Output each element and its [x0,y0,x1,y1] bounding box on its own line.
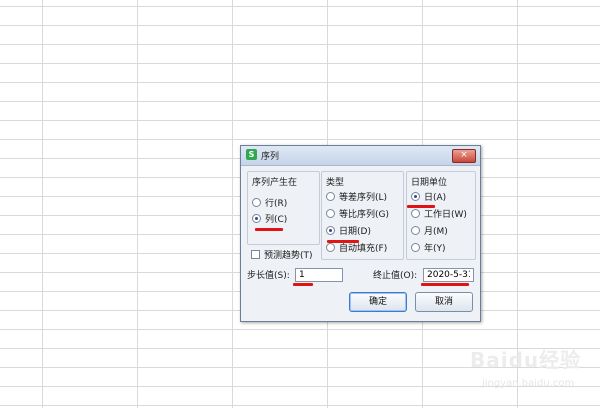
series-in-group: 序列产生在 行(R) 列(C) [247,171,320,245]
radio-date[interactable]: 日期(D) [326,226,371,238]
radio-label-workday: 工作日(W) [424,210,467,220]
ok-button[interactable]: 确定 [349,292,407,312]
radio-label-year: 年(Y) [424,244,446,254]
radio-icon[interactable] [252,198,261,207]
radio-icon[interactable] [411,226,420,235]
watermark-logo: Baidu经验 [470,348,582,372]
stop-label: 终止值(O): [373,271,418,281]
radio-autofill[interactable]: 自动填充(F) [326,243,387,255]
radio-label-month: 月(M) [424,227,448,237]
cancel-button[interactable]: 取消 [415,292,473,312]
radio-year[interactable]: 年(Y) [411,243,446,255]
trend-label: 预测趋势(T) [264,251,313,261]
series-dialog: S 序列 × 序列产生在 行(R) 列(C) 类型 等差序列(L) 等比序列(G… [240,145,481,322]
radio-icon[interactable] [411,243,420,252]
stop-input[interactable] [423,268,474,282]
highlight-underline [255,228,283,231]
type-title: 类型 [326,178,345,188]
radio-month[interactable]: 月(M) [411,226,448,238]
step-label: 步长值(S): [247,271,290,281]
series-in-title: 序列产生在 [252,178,298,188]
radio-checked-icon[interactable] [326,226,335,235]
dialog-titlebar[interactable]: S 序列 × [241,146,480,166]
close-button[interactable]: × [452,149,476,163]
radio-icon[interactable] [326,243,335,252]
radio-label-autofill: 自动填充(F) [339,244,388,254]
radio-label-date: 日期(D) [339,227,371,237]
radio-workday[interactable]: 工作日(W) [411,209,467,221]
highlight-underline [293,283,313,286]
highlight-underline [407,205,435,208]
radio-label-column: 列(C) [265,215,288,225]
type-group: 类型 等差序列(L) 等比序列(G) 日期(D) 自动填充(F) [321,171,404,260]
radio-icon[interactable] [326,192,335,201]
radio-icon[interactable] [411,209,420,218]
radio-day[interactable]: 日(A) [411,192,446,204]
radio-checked-icon[interactable] [411,192,420,201]
radio-label-row: 行(R) [265,199,288,209]
radio-checked-icon[interactable] [252,214,261,223]
date-unit-group: 日期单位 日(A) 工作日(W) 月(M) 年(Y) [406,171,476,260]
radio-column[interactable]: 列(C) [252,214,287,226]
radio-icon[interactable] [326,209,335,218]
radio-arithmetic[interactable]: 等差序列(L) [326,192,387,204]
radio-label-arithmetic: 等差序列(L) [339,193,388,203]
highlight-underline [327,240,359,243]
trend-checkbox[interactable]: 预测趋势(T) [251,250,313,262]
watermark-url: jingyan.baidu.com [482,378,575,389]
date-unit-title: 日期单位 [411,178,448,188]
radio-geometric[interactable]: 等比序列(G) [326,209,389,221]
dialog-title: 序列 [261,152,280,162]
app-icon: S [246,149,257,160]
radio-label-geometric: 等比序列(G) [339,210,389,220]
checkbox-icon[interactable] [251,250,260,259]
highlight-underline [421,283,469,286]
step-input[interactable] [295,268,343,282]
radio-row[interactable]: 行(R) [252,198,287,210]
radio-label-day: 日(A) [424,193,447,203]
